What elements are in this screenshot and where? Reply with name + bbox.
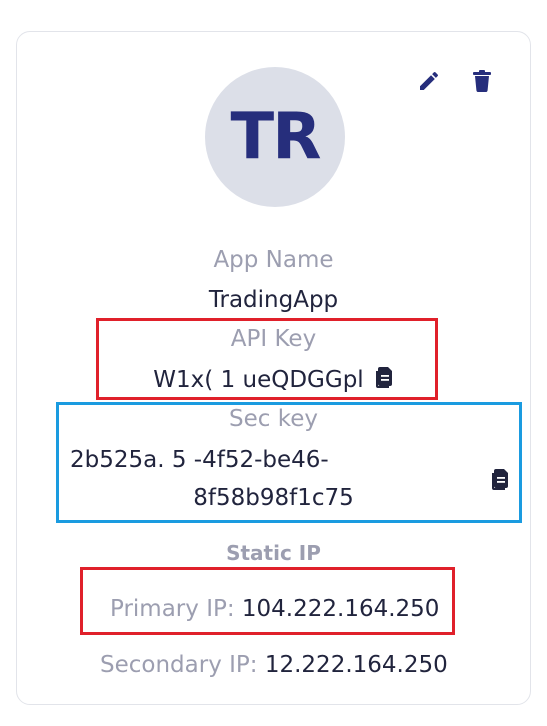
- edit-button[interactable]: [414, 66, 444, 96]
- sec-key-label: Sec key: [229, 406, 318, 432]
- avatar: TR: [205, 67, 345, 207]
- delete-button[interactable]: [467, 66, 497, 96]
- trash-icon: [473, 70, 491, 93]
- sec-key-copy-button[interactable]: [488, 468, 510, 496]
- app-name-value: TradingApp: [208, 287, 339, 313]
- secondary-ip-label: Secondary IP:: [100, 652, 258, 678]
- copy-icon: [375, 367, 392, 388]
- sec-key-value-line1: 2b525a. 5 -4f52-be46-: [70, 447, 329, 473]
- api-key-copy-button[interactable]: [372, 366, 394, 396]
- sec-key-value-line2: 8f58b98f1c75: [193, 485, 354, 511]
- static-ip-heading: Static IP: [226, 541, 321, 565]
- pencil-icon: [420, 71, 439, 90]
- avatar-initials: TR: [230, 100, 322, 174]
- secondary-ip-value: 12.222.164.250: [264, 652, 448, 678]
- api-key-label: API Key: [230, 326, 317, 352]
- secondary-ip-row: Secondary IP: 12.222.164.250: [100, 652, 448, 678]
- primary-ip-label: Primary IP:: [110, 596, 235, 622]
- api-key-value: W1x( 1 ueQDGGpl: [153, 367, 364, 393]
- primary-ip-row: Primary IP: 104.222.164.250: [110, 596, 439, 622]
- copy-icon: [492, 469, 508, 490]
- primary-ip-value: 104.222.164.250: [241, 596, 440, 622]
- api-key-row: W1x( 1 ueQDGGpl: [0, 366, 547, 396]
- app-name-label: App Name: [213, 247, 334, 273]
